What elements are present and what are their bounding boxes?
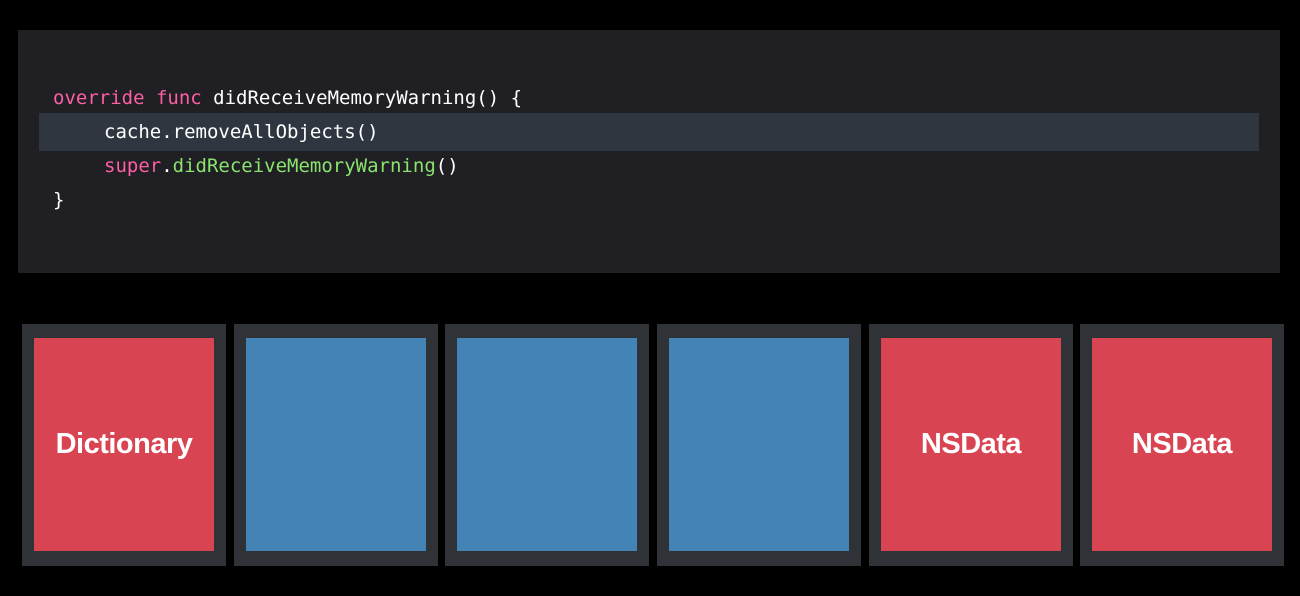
memory-slot-5: NSData <box>869 324 1073 566</box>
memory-slot-1: Dictionary <box>22 324 226 566</box>
super-method-name: didReceiveMemoryWarning <box>172 155 436 177</box>
memory-block-nsdata-2: NSData <box>1092 338 1272 551</box>
memory-block-nsdata-1: NSData <box>881 338 1061 551</box>
override-keyword: override <box>53 87 145 109</box>
memory-block-dictionary: Dictionary <box>34 338 214 551</box>
memory-block-2 <box>246 338 426 551</box>
memory-block-3 <box>457 338 637 551</box>
call-parens: () <box>435 155 459 177</box>
code-line-1: override func didReceiveMemoryWarning() … <box>53 81 522 115</box>
memory-slot-4 <box>657 324 861 566</box>
code-panel: override func didReceiveMemoryWarning() … <box>18 30 1280 273</box>
memory-slot-3 <box>445 324 649 566</box>
memory-slot-6: NSData <box>1080 324 1284 566</box>
code-line-2: cache.removeAllObjects() <box>104 115 379 149</box>
memory-slot-2 <box>234 324 438 566</box>
dot-operator: . <box>161 155 173 177</box>
code-line-4: } <box>53 183 64 217</box>
func-keyword: func <box>155 87 202 109</box>
memory-blocks-row: Dictionary NSData NSData <box>22 324 1284 566</box>
super-keyword: super <box>104 155 162 177</box>
memory-block-4 <box>669 338 849 551</box>
function-signature: didReceiveMemoryWarning() { <box>201 87 523 109</box>
code-line-3: super.didReceiveMemoryWarning() <box>104 149 459 183</box>
remove-all-objects-call: cache.removeAllObjects() <box>104 121 379 143</box>
closing-brace: } <box>53 189 65 211</box>
